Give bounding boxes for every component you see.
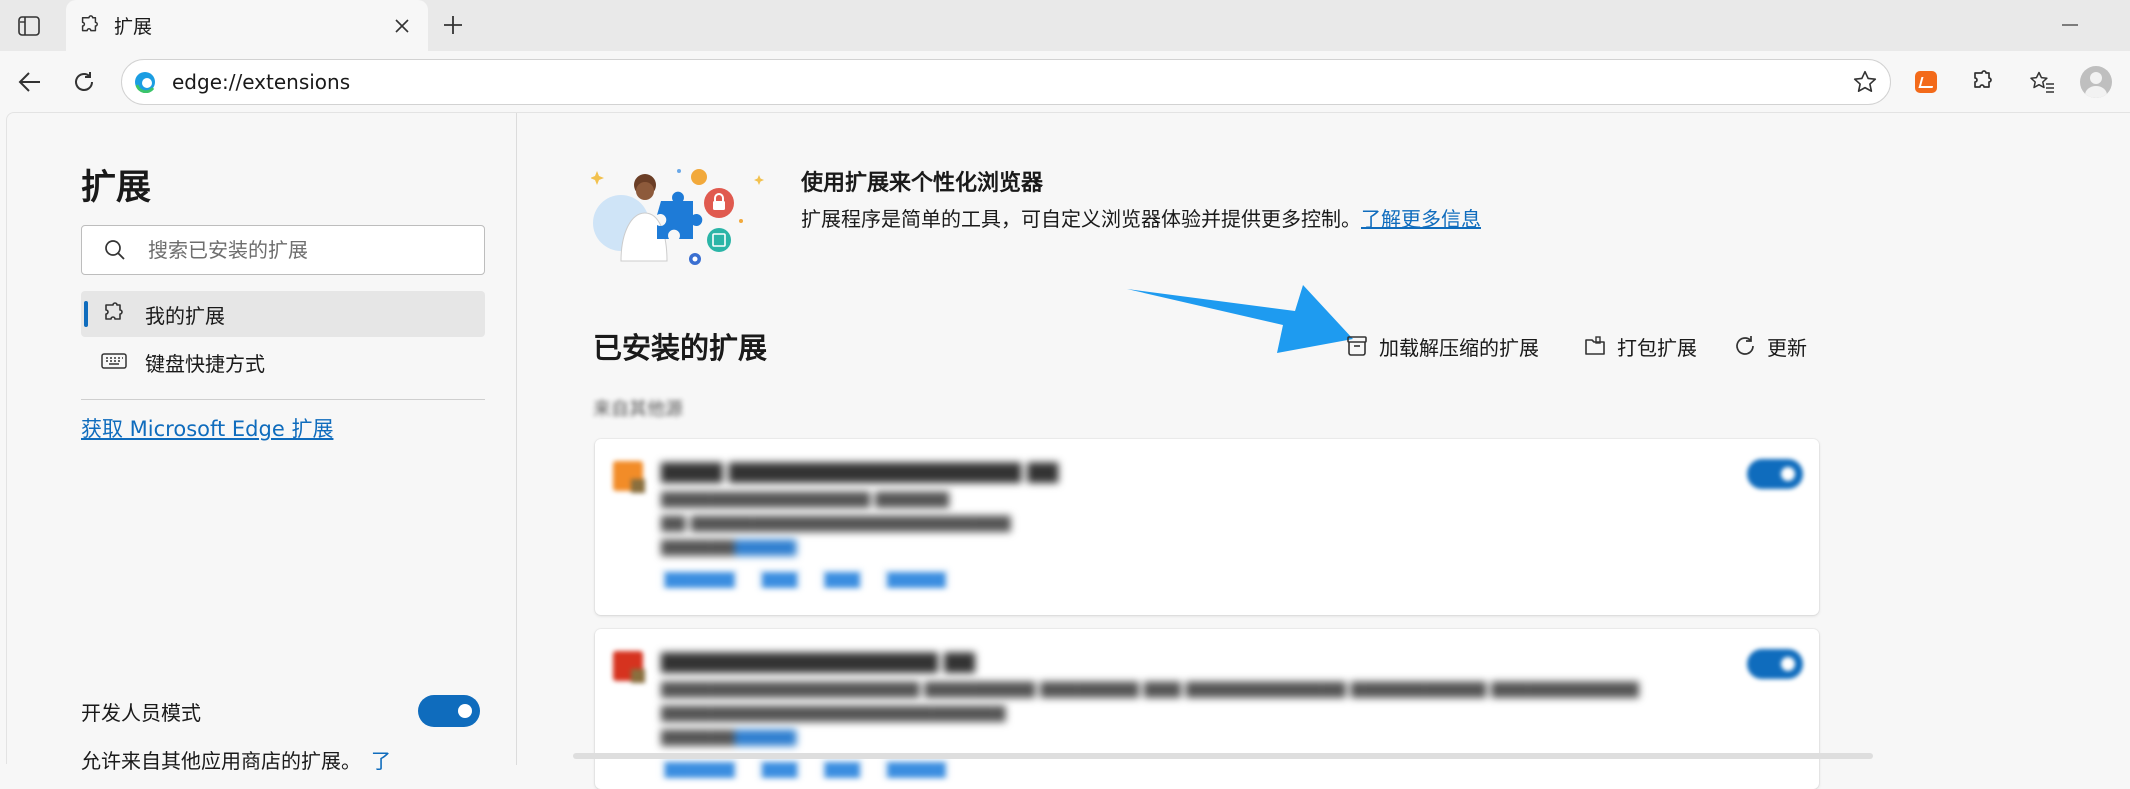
extension-enable-toggle[interactable] xyxy=(1747,459,1803,489)
address-bar[interactable]: edge://extensions xyxy=(121,59,1891,105)
search-icon xyxy=(104,239,126,261)
intro-description-text: 扩展程序是简单的工具，可自定义浏览器体验并提供更多控制。 xyxy=(801,207,1361,231)
search-input[interactable] xyxy=(148,235,468,265)
extension-link-inspect[interactable]: ▇▇▇▇▇ xyxy=(883,759,950,779)
extension-description-2: ▇▇▇▇▇▇▇▇▇▇▇▇▇▇▇▇▇▇▇▇▇▇▇▇▇▇▇▇ xyxy=(661,703,1006,722)
load-unpacked-label: 加载解压缩的扩展 xyxy=(1379,335,1539,360)
extension-description: ▇▇▇▇▇▇▇▇▇▇▇▇▇▇▇▇▇ ▇▇▇▇▇▇ xyxy=(661,489,950,508)
sidebar-item-label: 键盘快捷方式 xyxy=(145,351,265,376)
profile-avatar[interactable] xyxy=(2076,63,2116,101)
extension-name: ▇▇▇▇▇▇▇▇▇▇▇▇▇▇▇▇▇▇ ▇▇ xyxy=(661,649,975,673)
extension-links: ▇▇▇▇▇▇ ▇▇▇ ▇▇▇ ▇▇▇▇▇ xyxy=(661,759,950,779)
extension-card: ▇▇▇▇▇▇▇▇▇▇▇▇▇▇▇▇▇▇ ▇▇ ▇▇▇▇▇▇▇▇▇▇▇▇▇▇▇▇▇▇… xyxy=(595,629,1819,789)
other-stores-learn-more-link[interactable]: 了 xyxy=(371,749,391,773)
divider xyxy=(81,399,485,400)
extension-card: ▇▇▇▇ ▇▇▇▇▇▇▇▇▇▇▇▇▇▇▇▇▇▇▇ ▇▇ ▇▇▇▇▇▇▇▇▇▇▇▇… xyxy=(595,439,1819,615)
extension-id-value: ▇▇▇▇▇ xyxy=(734,537,797,556)
tab-title: 扩展 xyxy=(114,16,153,38)
sidebar-item-my-extensions[interactable]: 我的扩展 xyxy=(81,291,485,337)
favorites-icon[interactable] xyxy=(2022,63,2062,101)
extension-id: ▇▇▇▇▇▇▇▇▇▇▇ xyxy=(661,537,796,556)
developer-mode-toggle[interactable] xyxy=(418,695,480,727)
extension-id-label: ▇▇▇▇▇▇ xyxy=(661,727,735,746)
address-url: edge://extensions xyxy=(172,70,351,94)
extension-link-details[interactable]: ▇▇▇▇▇▇ xyxy=(661,569,739,589)
horizontal-scrollbar[interactable] xyxy=(573,753,1873,759)
developer-mode-label: 开发人员模式 xyxy=(81,701,201,725)
sidebar-item-keyboard-shortcuts[interactable]: 键盘快捷方式 xyxy=(81,339,485,385)
annotation-arrow xyxy=(1127,285,1353,353)
search-box[interactable] xyxy=(81,225,485,275)
close-icon[interactable] xyxy=(388,12,416,40)
edge-logo-icon xyxy=(134,71,156,93)
get-extensions-link[interactable]: 获取 Microsoft Edge 扩展 xyxy=(81,413,333,443)
extension-link-remove[interactable]: ▇▇▇ xyxy=(758,569,801,589)
extension-description: ▇▇▇▇▇▇▇▇▇▇▇▇▇▇▇▇▇▇▇▇▇ ▇▇▇▇▇▇▇▇▇ ▇▇▇▇▇▇▇▇… xyxy=(661,679,1639,698)
active-tab[interactable]: 扩展 xyxy=(66,0,428,51)
intro-description: 扩展程序是简单的工具，可自定义浏览器体验并提供更多控制。了解更多信息 xyxy=(801,203,1481,232)
sidebar-title: 扩展 xyxy=(81,168,152,208)
other-stores-label: 允许来自其他应用商店的扩展。了 xyxy=(81,745,391,774)
package-icon xyxy=(1583,334,1607,358)
extension-link-inspect[interactable]: ▇▇▇▇▇ xyxy=(883,569,950,589)
extension-enable-toggle[interactable] xyxy=(1747,649,1803,679)
toolbar: edge://extensions xyxy=(0,51,2130,112)
page-content: 扩展 我的扩展 键盘快捷方式 获取 Microsoft Edge 扩展 开发人员… xyxy=(6,112,2130,789)
sidebar: 扩展 我的扩展 键盘快捷方式 获取 Microsoft Edge 扩展 开发人员… xyxy=(7,113,517,773)
extensions-illustration xyxy=(590,161,767,271)
learn-more-link[interactable]: 了解更多信息 xyxy=(1361,207,1481,231)
tab-actions-icon[interactable] xyxy=(12,11,46,41)
sidebar-item-label: 我的扩展 xyxy=(145,303,225,328)
keyboard-icon xyxy=(101,350,127,372)
extensions-puzzle-icon[interactable] xyxy=(1962,63,2002,101)
minimize-icon[interactable] xyxy=(2050,8,2090,42)
extension-link-reload[interactable]: ▇▇▇ xyxy=(820,569,864,589)
extension-link-remove[interactable]: ▇▇▇ xyxy=(758,759,801,779)
extension-logo xyxy=(613,651,645,683)
refresh-icon xyxy=(1733,334,1757,358)
update-label: 更新 xyxy=(1767,335,1807,360)
load-unpacked-button[interactable]: 加载解压缩的扩展 xyxy=(1345,329,1539,363)
extension-name: ▇▇▇▇ ▇▇▇▇▇▇▇▇▇▇▇▇▇▇▇▇▇▇▇ ▇▇ xyxy=(661,459,1059,483)
installed-extensions-title: 已安装的扩展 xyxy=(593,331,768,365)
main-panel: 使用扩展来个性化浏览器 扩展程序是简单的工具，可自定义浏览器体验并提供更多控制。… xyxy=(519,113,2130,789)
puzzle-icon xyxy=(101,302,125,326)
update-button[interactable]: 更新 xyxy=(1733,329,1807,363)
extension-links: ▇▇▇▇▇▇ ▇▇▇ ▇▇▇ ▇▇▇▇▇ xyxy=(661,569,950,589)
intro-title: 使用扩展来个性化浏览器 xyxy=(801,171,1044,196)
tab-strip: 扩展 xyxy=(0,0,2130,51)
new-tab-icon[interactable] xyxy=(436,8,470,42)
pack-extension-button[interactable]: 打包扩展 xyxy=(1583,329,1697,363)
extension-logo xyxy=(613,461,645,493)
extension-orange-icon[interactable] xyxy=(1906,63,1946,101)
extension-id: ▇▇▇▇▇▇▇▇▇▇▇ xyxy=(661,727,796,746)
pack-extension-label: 打包扩展 xyxy=(1617,335,1697,360)
extension-id-label: ▇▇▇▇▇▇ xyxy=(661,537,735,556)
refresh-icon[interactable] xyxy=(64,63,104,101)
extension-link-details[interactable]: ▇▇▇▇▇▇ xyxy=(661,759,739,779)
archive-box-icon xyxy=(1345,334,1369,358)
extension-id-value: ▇▇▇▇▇ xyxy=(734,727,797,746)
other-stores-text: 允许来自其他应用商店的扩展。 xyxy=(81,749,361,773)
favorite-star-icon[interactable] xyxy=(1852,69,1878,95)
extension-link-reload[interactable]: ▇▇▇ xyxy=(820,759,864,779)
source-label: 来自其他源 xyxy=(593,399,683,420)
back-arrow-icon[interactable] xyxy=(10,63,50,101)
extension-description-2: ▇▇ ▇▇▇▇▇▇▇▇▇▇▇▇▇▇▇▇▇▇▇▇▇▇▇▇▇▇ xyxy=(661,513,1011,532)
puzzle-icon xyxy=(78,14,100,37)
